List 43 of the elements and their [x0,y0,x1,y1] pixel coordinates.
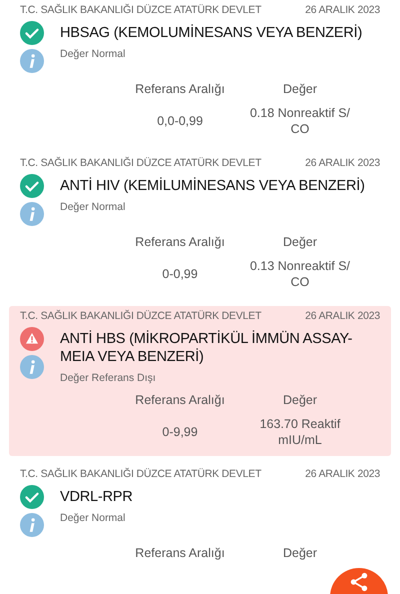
column-header: Değer [282,545,318,561]
result-value: 0.18 Nonreaktif S/ CO [248,105,352,137]
institution-name: T.C. SAĞLIK BAKANLIĞI DÜZCE ATATÜRK DEVLET [20,467,262,482]
column-header: Referans Aralığı [134,545,226,561]
result-date: 26 ARALIK 2023 [305,309,380,324]
check-icon [20,174,44,198]
info-icon[interactable] [20,49,44,73]
reference-range: 0-0,99 [161,266,199,282]
result-status: Değer Normal [60,512,126,524]
result-card[interactable]: T.C. SAĞLIK BAKANLIĞI DÜZCE ATATÜRK DEVLET 26 ARALIK 2023 ANTİ HIV (KEMİLUMİNESANS VEYA BENZERİ) Değer Normal Referans Aralığı Değer 0-0,99 0.13 Nonreaktif S/ CO [9,153,391,298]
result-status: Değer Normal [60,48,126,60]
check-icon [20,485,44,509]
check-icon [20,21,44,45]
share-icon [349,572,369,592]
result-card[interactable]: T.C. SAĞLIK BAKANLIĞI DÜZCE ATATÜRK DEVLET 26 ARALIK 2023 ANTİ HBS (MİKROPARTİKÜL İMMÜN ASSAY-MEIA VEYA BENZERİ) Değer Referans Dışı Referans Aralığı Değer 0-9,99 163.70 Reaktif mIU/mL [9,306,391,456]
test-name: HBSAG (KEMOLUMİNESANS VEYA BENZERİ) [60,24,364,42]
test-name: VDRL-RPR [60,488,134,506]
result-status: Değer Normal [60,201,126,213]
result-card[interactable]: T.C. SAĞLIK BAKANLIĞI DÜZCE ATATÜRK DEVLET 26 ARALIK 2023 HBSAG (KEMOLUMİNESANS VEYA BENZERİ) Değer Normal Referans Aralığı Değer 0,0-0,99 0.18 Nonreaktif S/ CO [9,0,391,145]
column-header: Değer [282,234,318,250]
column-header: Referans Aralığı [134,81,226,97]
institution-name: T.C. SAĞLIK BAKANLIĞI DÜZCE ATATÜRK DEVLET [20,309,262,324]
test-name: ANTİ HBS (MİKROPARTİKÜL İMMÜN ASSAY-MEIA VEYA BENZERİ) [60,330,354,366]
column-header: Referans Aralığı [134,392,226,408]
result-date: 26 ARALIK 2023 [305,467,380,482]
result-card[interactable]: T.C. SAĞLIK BAKANLIĞI DÜZCE ATATÜRK DEVLET 26 ARALIK 2023 VDRL-RPR Değer Normal Referans Aralığı Değer [9,464,391,569]
result-value: 0.13 Nonreaktif S/ CO [248,258,352,290]
reference-range: 0,0-0,99 [156,113,204,129]
result-value: 163.70 Reaktif mIU/mL [258,416,342,448]
institution-name: T.C. SAĞLIK BAKANLIĞI DÜZCE ATATÜRK DEVLET [20,156,262,171]
column-header: Değer [282,392,318,408]
column-header: Referans Aralığı [134,234,226,250]
column-header: Değer [282,81,318,97]
info-icon[interactable] [20,202,44,226]
reference-range: 0-9,99 [161,424,199,440]
info-icon[interactable] [20,513,44,537]
result-status: Değer Referans Dışı [60,372,157,384]
institution-name: T.C. SAĞLIK BAKANLIĞI DÜZCE ATATÜRK DEVLET [20,3,262,18]
result-date: 26 ARALIK 2023 [305,3,380,18]
result-date: 26 ARALIK 2023 [305,156,380,171]
info-icon[interactable] [20,355,44,379]
warning-icon [20,327,44,351]
test-name: ANTİ HIV (KEMİLUMİNESANS VEYA BENZERİ) [60,177,366,195]
